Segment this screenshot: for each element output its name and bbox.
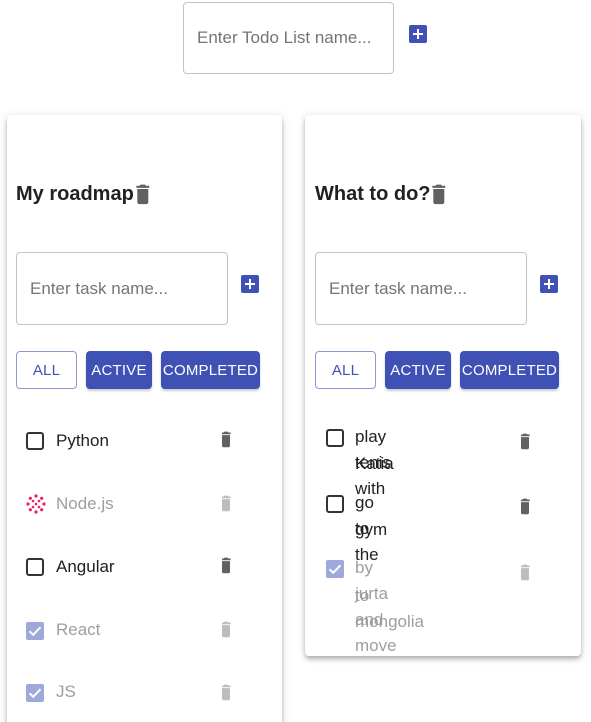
- trash-icon: [222, 682, 238, 708]
- filter-active-button[interactable]: ACTIVE: [86, 351, 152, 389]
- delete-task-button[interactable]: [222, 682, 238, 708]
- todo-list-card: My roadmap ALL ACTIVE COMPLETED Python N…: [7, 115, 282, 722]
- task-label: Node.js: [56, 494, 114, 513]
- task-label-line: to mongolia: [355, 586, 424, 631]
- delete-task-button[interactable]: [222, 429, 238, 455]
- todo-list-title: What to do?: [315, 183, 431, 205]
- task-name-input[interactable]: [16, 252, 228, 325]
- task-checkbox[interactable]: [326, 429, 344, 447]
- plus-icon: [244, 278, 256, 290]
- task-label: Python: [56, 431, 109, 450]
- filter-completed-button[interactable]: COMPLETED: [161, 351, 260, 389]
- task-checkbox[interactable]: [326, 495, 344, 513]
- spinner-icon: [25, 493, 47, 515]
- trash-icon: [222, 555, 238, 581]
- filter-completed-button[interactable]: COMPLETED: [460, 351, 559, 389]
- filter-all-button[interactable]: ALL: [315, 351, 376, 389]
- delete-task-button[interactable]: [222, 493, 238, 519]
- checkbox-blank-icon: [26, 558, 44, 576]
- task-checkbox[interactable]: [26, 558, 44, 576]
- task-checkbox[interactable]: [26, 432, 44, 450]
- task-label: JS: [56, 682, 76, 701]
- todo-list-name-input[interactable]: [183, 2, 394, 74]
- trash-icon: [222, 493, 238, 519]
- add-todo-list-button[interactable]: [409, 25, 427, 43]
- delete-task-button[interactable]: [521, 431, 537, 457]
- trash-icon: [521, 562, 537, 588]
- checkbox-blank-icon: [26, 432, 44, 450]
- checkbox-checked-icon: [326, 560, 344, 578]
- trash-icon: [430, 184, 452, 210]
- add-task-button[interactable]: [540, 275, 558, 293]
- checkbox-checked-icon: [26, 684, 44, 702]
- checkbox-checked-icon: [26, 622, 44, 640]
- trash-icon: [222, 429, 238, 455]
- filter-active-button[interactable]: ACTIVE: [385, 351, 451, 389]
- delete-list-button[interactable]: [134, 184, 156, 210]
- task-checkbox[interactable]: [26, 684, 44, 702]
- task-checkbox[interactable]: [26, 622, 44, 640]
- checkbox-blank-icon: [326, 495, 344, 513]
- trash-icon: [134, 184, 156, 210]
- task-label-line: gym: [355, 520, 388, 539]
- add-task-button[interactable]: [241, 275, 259, 293]
- trash-icon: [521, 431, 537, 457]
- task-label-line: Katia: [355, 454, 394, 473]
- delete-list-button[interactable]: [430, 184, 452, 210]
- trash-icon: [222, 619, 238, 645]
- task-name-input[interactable]: [315, 252, 527, 325]
- task-loading-indicator: [25, 493, 47, 515]
- delete-task-button[interactable]: [521, 496, 537, 522]
- task-label: React: [56, 620, 101, 639]
- plus-icon: [412, 28, 424, 40]
- trash-icon: [521, 496, 537, 522]
- delete-task-button[interactable]: [222, 555, 238, 581]
- checkbox-blank-icon: [326, 429, 344, 447]
- task-label: Angular: [56, 557, 115, 576]
- filter-all-button[interactable]: ALL: [16, 351, 77, 389]
- plus-icon: [543, 278, 555, 290]
- todo-list-card: What to do? ALL ACTIVE COMPLETED play te…: [305, 115, 581, 656]
- delete-task-button[interactable]: [222, 619, 238, 645]
- task-checkbox[interactable]: [326, 560, 344, 578]
- delete-task-button[interactable]: [521, 562, 537, 588]
- todo-list-title: My roadmap: [16, 183, 134, 205]
